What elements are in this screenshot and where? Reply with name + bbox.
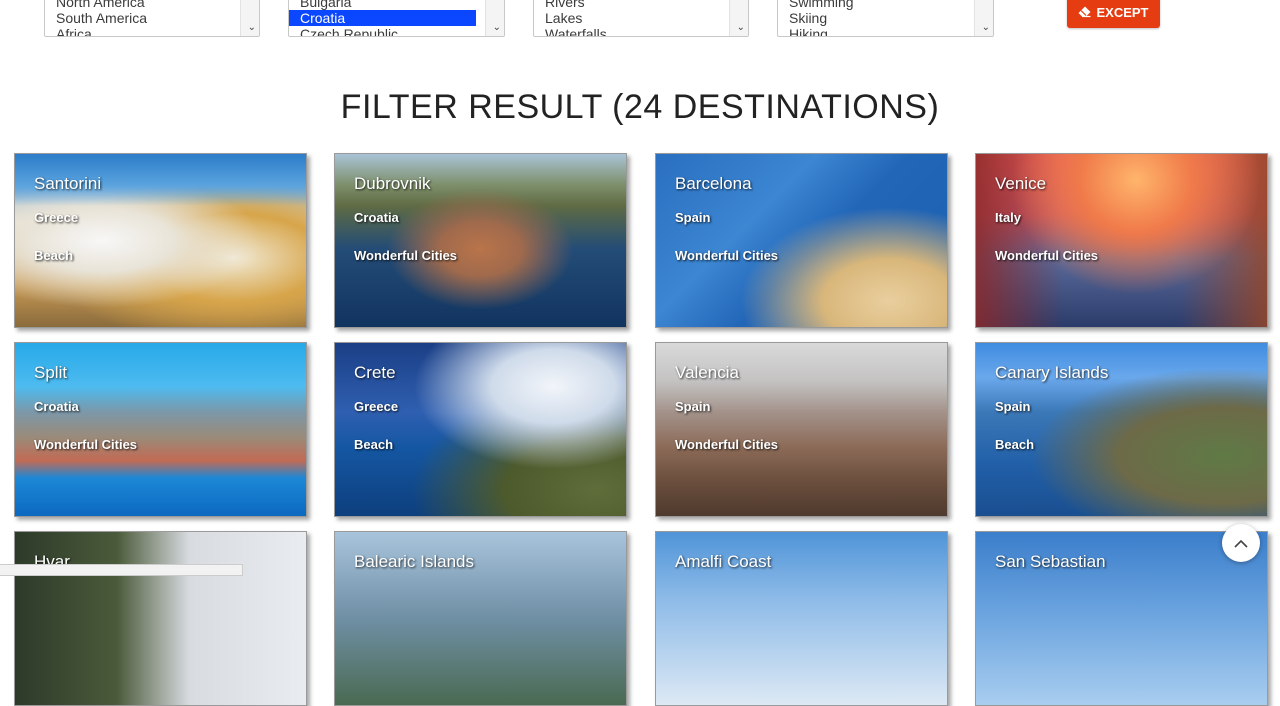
destination-category: Beach [34, 248, 74, 263]
destination-name: Split [34, 363, 68, 382]
destination-name: Canary Islands [995, 363, 1109, 382]
destination-country: Greece [354, 399, 399, 414]
list-option[interactable]: South America [45, 10, 259, 26]
destination-country: Croatia [354, 210, 399, 225]
destination-category: Wonderful Cities [675, 248, 779, 263]
list-option[interactable]: Rivers [534, 0, 748, 10]
destination-category: Wonderful Cities [34, 437, 138, 452]
destination-category: Beach [995, 437, 1035, 452]
destination-name: San Sebastian [995, 552, 1106, 571]
list-option[interactable]: Swimming [778, 0, 993, 10]
chevron-down-icon[interactable]: ⌄ [737, 22, 745, 34]
destination-card[interactable]: San Sebastian [975, 531, 1268, 706]
destination-country: Spain [675, 210, 711, 225]
chevron-down-icon[interactable]: ⌄ [982, 22, 990, 34]
destination-card[interactable]: Canary Islands Spain Beach [975, 342, 1268, 517]
scrollbar[interactable]: ⌄ [974, 0, 993, 36]
result-heading: FILTER RESULT (24 DESTINATIONS) [340, 88, 940, 126]
activity-filter-list[interactable]: Swimming Skiing Hiking ⌄ [777, 0, 994, 37]
list-option[interactable]: Lakes [534, 10, 748, 26]
destination-card[interactable]: Balearic Islands [334, 531, 627, 706]
destination-category: Wonderful Cities [354, 248, 458, 263]
destination-country: Spain [995, 399, 1031, 414]
chevron-up-icon [1234, 539, 1248, 548]
destination-category: Beach [354, 437, 394, 452]
destination-name: Balearic Islands [354, 552, 475, 571]
destination-country: Spain [675, 399, 711, 414]
list-option[interactable]: North America [45, 0, 259, 10]
destination-card[interactable]: Valencia Spain Wonderful Cities [655, 342, 948, 517]
scrollbar[interactable]: ⌄ [729, 0, 748, 36]
list-option[interactable]: Skiing [778, 10, 993, 26]
destination-name: Amalfi Coast [675, 552, 772, 571]
back-to-top-button[interactable] [1222, 524, 1260, 562]
destination-card[interactable]: Santorini Greece Beach [14, 153, 307, 328]
destination-card[interactable]: Dubrovnik Croatia Wonderful Cities [334, 153, 627, 328]
destination-country: Croatia [34, 399, 79, 414]
chevron-down-icon[interactable]: ⌄ [493, 22, 501, 34]
destination-name: Barcelona [675, 174, 752, 193]
destination-name: Crete [354, 363, 396, 382]
scrollbar[interactable]: ⌄ [240, 0, 259, 36]
destination-category: Wonderful Cities [995, 248, 1099, 263]
destination-country: Italy [995, 210, 1022, 225]
chevron-down-icon[interactable]: ⌄ [248, 22, 256, 34]
destination-card[interactable]: Venice Italy Wonderful Cities [975, 153, 1268, 328]
except-button-label: EXCEPT [1096, 4, 1149, 20]
destination-card[interactable]: Amalfi Coast [655, 531, 948, 706]
destination-category: Wonderful Cities [675, 437, 779, 452]
list-option-selected[interactable]: Croatia [289, 10, 476, 26]
destination-country: Greece [34, 210, 79, 225]
list-option[interactable]: Waterfalls [534, 26, 748, 36]
country-filter-list[interactable]: Bulgaria Croatia Czech Republic ⌄ [288, 0, 505, 37]
browser-status-bar [0, 564, 243, 576]
region-filter-list[interactable]: North America South America Africa ⌄ [44, 0, 260, 37]
destination-name: Valencia [675, 363, 739, 382]
destination-card[interactable]: Split Croatia Wonderful Cities [14, 342, 307, 517]
list-option[interactable]: Czech Republic [289, 26, 504, 36]
scrollbar[interactable]: ⌄ [485, 0, 504, 36]
destination-card[interactable]: Barcelona Spain Wonderful Cities [655, 153, 948, 328]
destination-name: Santorini [34, 174, 102, 193]
nature-filter-list[interactable]: Rivers Lakes Waterfalls ⌄ [533, 0, 749, 37]
list-option[interactable]: Bulgaria [289, 0, 504, 10]
destination-name: Venice [995, 174, 1047, 193]
destination-name: Dubrovnik [354, 174, 431, 193]
list-option[interactable]: Hiking [778, 26, 993, 36]
eraser-icon [1078, 6, 1091, 18]
except-button[interactable]: EXCEPT [1067, 0, 1160, 28]
list-option[interactable]: Africa [45, 26, 259, 36]
destination-card[interactable]: Crete Greece Beach [334, 342, 627, 517]
destination-card[interactable]: Hvar [14, 531, 307, 706]
